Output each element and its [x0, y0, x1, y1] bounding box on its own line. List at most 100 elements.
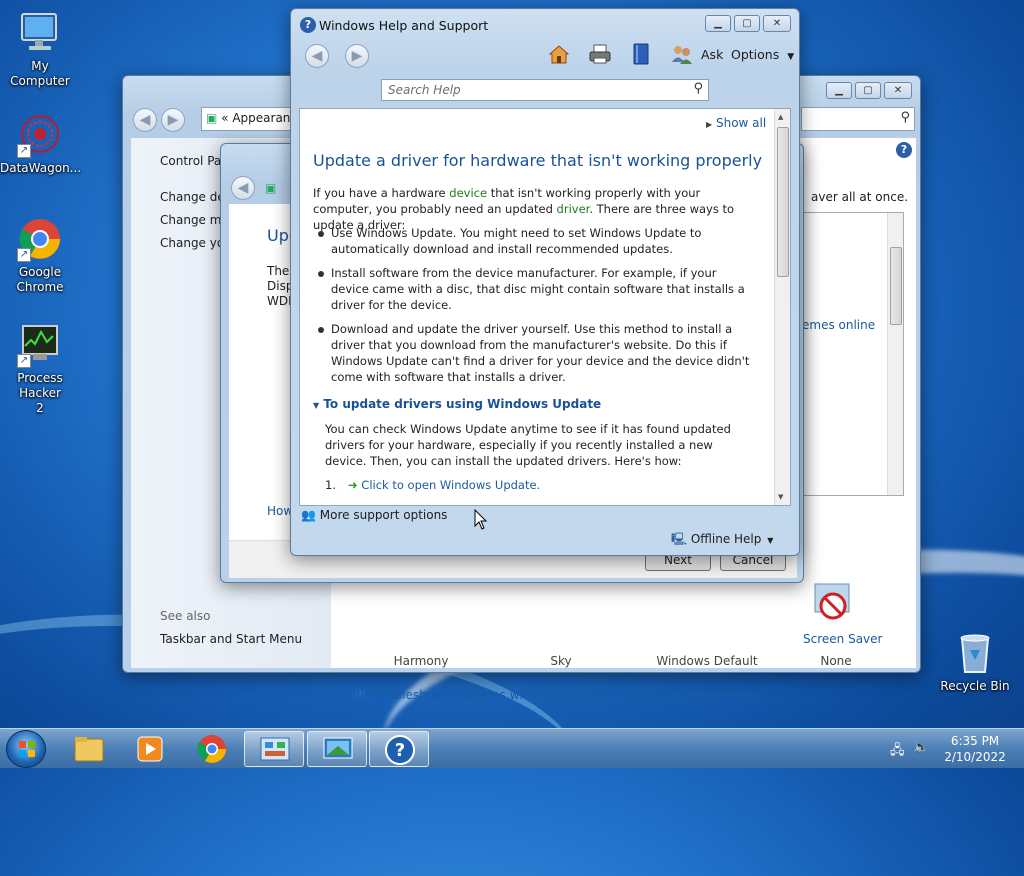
- bullet-text: Download and update the driver yourself.…: [331, 322, 750, 384]
- scroll-down-icon[interactable]: ▼: [778, 493, 783, 501]
- desktop-icon-google-chrome[interactable]: ↗ Google Chrome: [0, 216, 80, 295]
- taskbar-chrome[interactable]: [182, 731, 242, 767]
- forward-button[interactable]: ▶: [345, 44, 369, 68]
- theme-name: Harmony: [393, 654, 449, 668]
- window-caption-buttons: ▁ ▢ ✕: [705, 15, 791, 32]
- show-all-link[interactable]: ▶ Show all: [706, 116, 766, 130]
- close-button[interactable]: ✕: [763, 15, 791, 32]
- control-panel-home-link[interactable]: Control Pan: [160, 154, 229, 168]
- forward-button[interactable]: ▶: [161, 108, 185, 132]
- screen-saver-icon[interactable]: [811, 580, 855, 624]
- start-button[interactable]: [6, 730, 46, 768]
- taskbar-explorer[interactable]: [59, 731, 119, 767]
- step-link-row[interactable]: ➜ Click to open Windows Update.: [348, 477, 540, 493]
- ask-icon[interactable]: [670, 42, 694, 66]
- bullet-text: Install software from the device manufac…: [331, 266, 745, 312]
- triangle-right-icon: ▶: [706, 120, 713, 129]
- minimize-button[interactable]: ▁: [705, 15, 731, 32]
- chrome-icon: ↗: [17, 216, 63, 262]
- mouse-cursor-icon: [474, 508, 488, 534]
- bullet: [318, 327, 324, 333]
- clock[interactable]: 6:35 PM 2/10/2022: [940, 733, 1010, 765]
- control-panel-icon: ▣: [206, 111, 218, 125]
- search-box[interactable]: ⚲: [801, 107, 915, 131]
- taskbar-start-menu-link[interactable]: Taskbar and Start Menu: [160, 632, 302, 646]
- back-button[interactable]: ◀: [133, 108, 157, 132]
- desktop-icon-my-computer[interactable]: My Computer: [0, 10, 80, 89]
- maximize-button[interactable]: ▢: [734, 15, 760, 32]
- help-icon[interactable]: ?: [896, 142, 912, 158]
- desktop-icon-process-hacker[interactable]: ↗ Process Hacker 2: [0, 322, 80, 416]
- taskbar-control-panel[interactable]: [244, 731, 304, 767]
- screen-saver-value: None: [820, 654, 852, 668]
- shortcut-arrow-icon: ↗: [17, 248, 31, 262]
- scroll-thumb[interactable]: [777, 127, 789, 277]
- taskbar-display-settings[interactable]: [307, 731, 367, 767]
- theme-list[interactable]: emes online: [791, 212, 904, 496]
- search-help-input[interactable]: Search Help ⚲: [381, 79, 709, 101]
- close-button[interactable]: ✕: [884, 82, 912, 99]
- screen-saver-link[interactable]: Screen Saver: [803, 632, 882, 646]
- volume-icon[interactable]: 🔈: [913, 740, 929, 755]
- computer-icon: 🖳: [671, 532, 688, 546]
- people-icon: 👥: [301, 508, 316, 522]
- datawagon-icon: ↗: [17, 112, 63, 158]
- options-menu[interactable]: Options ▼: [731, 47, 794, 62]
- step-number: 1.: [325, 478, 336, 492]
- minimize-button[interactable]: ▁: [826, 82, 852, 99]
- see-also-heading: See also: [160, 609, 211, 623]
- offline-help-menu[interactable]: 🖳 Offline Help ▼: [671, 530, 773, 551]
- troubleshoot-row[interactable]: ⛨ Troubleshoot problems with transparenc…: [355, 687, 756, 703]
- desktop-icon-recycle-bin[interactable]: Recycle Bin: [935, 630, 1015, 694]
- taskbar-help-and-support[interactable]: ?: [369, 731, 429, 767]
- help-icon: ?: [300, 17, 316, 33]
- shortcut-arrow-icon: ↗: [17, 144, 31, 158]
- bullet: [318, 271, 324, 277]
- theme-name: Sky: [550, 654, 572, 668]
- chevron-down-icon: ▼: [767, 536, 774, 545]
- scroll-up-icon[interactable]: ▲: [778, 113, 783, 121]
- device-glossary-link[interactable]: device: [449, 186, 487, 200]
- description-text: aver all at once.: [811, 190, 909, 204]
- back-button[interactable]: ◀: [231, 176, 255, 200]
- chevron-down-icon: ▼: [787, 52, 795, 62]
- task-link[interactable]: Change mo: [160, 213, 229, 227]
- display-icon: ▣: [265, 181, 277, 195]
- section-text: You can check Windows Update anytime to …: [325, 422, 731, 468]
- help-content: ▶ Show all Update a driver for hardware …: [299, 108, 791, 506]
- print-icon[interactable]: [588, 42, 612, 66]
- theme-name: Windows Default: [656, 654, 758, 668]
- process-hacker-icon: ↗: [17, 322, 63, 368]
- section-toggle[interactable]: ▼ To update drivers using Windows Update: [313, 397, 601, 411]
- home-icon[interactable]: [547, 42, 571, 66]
- content-scrollbar[interactable]: ▲ ▼: [774, 109, 790, 505]
- theme-list-scrollbar[interactable]: [887, 213, 903, 495]
- taskbar-media-player[interactable]: [120, 731, 180, 767]
- get-more-themes-link[interactable]: emes online: [802, 318, 875, 332]
- article-heading: Update a driver for hardware that isn't …: [313, 151, 763, 170]
- desktop-icon-datawagon[interactable]: ↗ DataWagon...: [0, 112, 81, 176]
- window-caption-buttons: ▁ ▢ ✕: [826, 82, 912, 99]
- ask-button[interactable]: Ask: [701, 47, 723, 62]
- address-bar[interactable]: ▣ « Appearan: [201, 107, 301, 131]
- browse-help-icon[interactable]: [629, 42, 653, 66]
- shield-icon: ⛨: [355, 687, 366, 703]
- help-window[interactable]: ? Windows Help and Support ▁ ▢ ✕ ◀ ▶ Ask…: [290, 8, 800, 556]
- triangle-down-icon: ▼: [313, 401, 320, 410]
- back-button[interactable]: ◀: [305, 44, 329, 68]
- window-title: Windows Help and Support: [319, 18, 489, 33]
- svg-text:?: ?: [395, 740, 405, 761]
- more-support-options[interactable]: 👥 More support options: [301, 508, 447, 522]
- taskbar: ? 🖧 🔈 6:35 PM 2/10/2022: [0, 728, 1024, 768]
- search-icon: ⚲: [900, 110, 910, 125]
- search-icon[interactable]: ⚲: [693, 81, 703, 96]
- shortcut-arrow-icon: ↗: [17, 354, 31, 368]
- arrow-right-icon: ➜: [348, 478, 358, 492]
- recycle-bin-icon: [952, 630, 998, 676]
- bullet: [318, 231, 324, 237]
- network-icon[interactable]: 🖧: [890, 741, 905, 763]
- bullet-text: Use Windows Update. You might need to se…: [331, 226, 702, 256]
- maximize-button[interactable]: ▢: [855, 82, 881, 99]
- computer-icon: [17, 10, 63, 56]
- driver-glossary-link[interactable]: driver: [557, 202, 590, 216]
